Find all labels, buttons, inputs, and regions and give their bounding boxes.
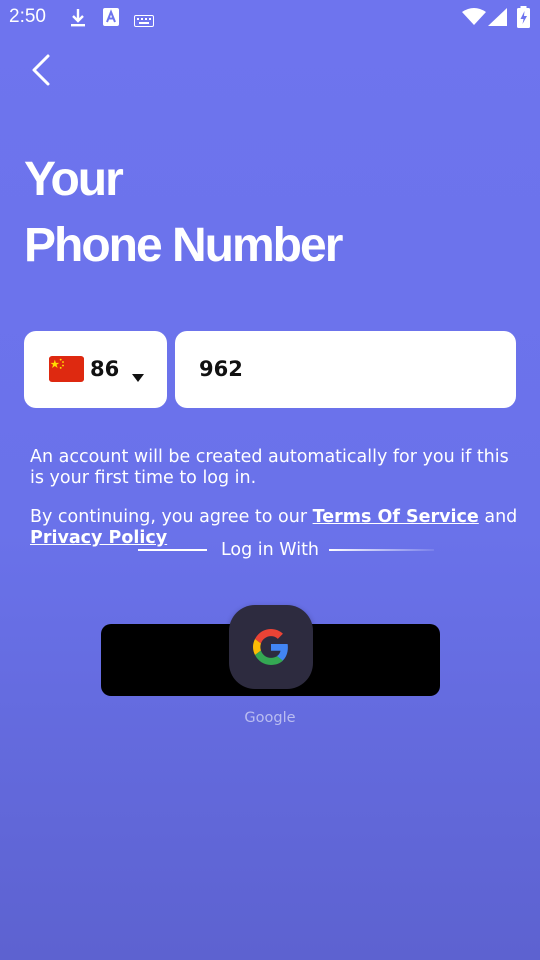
login-with-label: Log in With	[220, 540, 320, 560]
agreement-and: and	[478, 507, 518, 527]
country-code-selector[interactable]: 86	[24, 331, 167, 408]
terms-of-service-link[interactable]: Terms Of Service	[313, 507, 479, 527]
page-title-line-2: Phone Number	[24, 219, 343, 272]
keyboard-icon	[134, 12, 154, 31]
phone-number-field[interactable]	[175, 331, 516, 408]
wifi-icon	[462, 8, 486, 30]
agreement-prefix: By continuing, you agree to our	[30, 507, 313, 527]
divider-right	[329, 549, 434, 551]
battery-icon	[517, 6, 530, 32]
download-icon	[70, 8, 86, 32]
caret-down-icon	[132, 367, 144, 386]
google-label: Google	[244, 710, 296, 726]
account-notice: An account will be created automatically…	[30, 447, 509, 488]
china-flag-icon	[49, 356, 84, 382]
back-button[interactable]	[24, 50, 60, 90]
font-icon	[103, 8, 119, 30]
country-code-value: 86	[90, 357, 120, 381]
signal-icon	[488, 8, 508, 30]
status-time: 2:50	[9, 6, 46, 27]
phone-number-input[interactable]	[199, 353, 499, 385]
google-login-button[interactable]	[229, 605, 313, 689]
chevron-left-icon	[24, 54, 60, 94]
status-bar: 2:50	[0, 0, 540, 36]
page-title-line-1: Your	[24, 153, 124, 206]
